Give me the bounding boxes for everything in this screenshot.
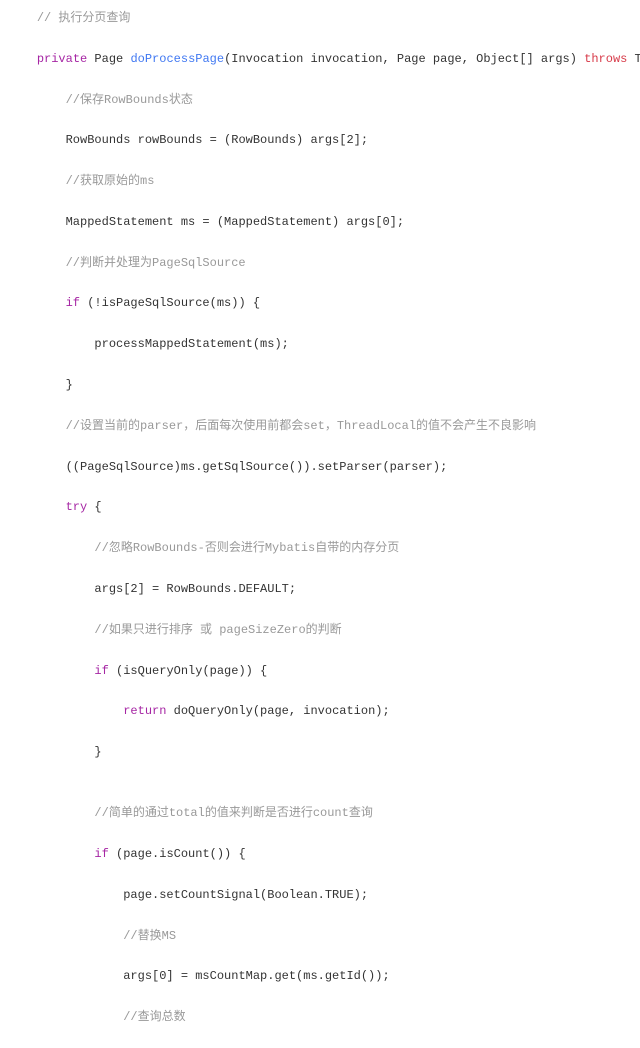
brace: } bbox=[66, 378, 73, 392]
comment: //判断并处理为PageSqlSource bbox=[66, 256, 246, 270]
code-line: ((PageSqlSource)ms.getSqlSource()).setPa… bbox=[66, 460, 448, 474]
code-line: RowBounds rowBounds = (RowBounds) args[2… bbox=[66, 133, 368, 147]
keyword-try: try bbox=[66, 500, 88, 514]
comment: //如果只进行排序 或 pageSizeZero的判断 bbox=[94, 623, 341, 637]
comment: //设置当前的parser，后面每次使用前都会set，ThreadLocal的值… bbox=[66, 419, 536, 433]
code-line: args[0] = msCountMap.get(ms.getId()); bbox=[123, 969, 389, 983]
keyword-if: if bbox=[94, 847, 108, 861]
code-line: processMappedStatement(ms); bbox=[94, 337, 288, 351]
keyword-return: return bbox=[123, 704, 166, 718]
code-block: // 执行分页查询 private Page doProcessPage(Inv… bbox=[8, 8, 632, 1048]
code-line: MappedStatement ms = (MappedStatement) a… bbox=[66, 215, 404, 229]
keyword-private: private bbox=[37, 52, 87, 66]
comment: //保存RowBounds状态 bbox=[66, 93, 193, 107]
keyword-if: if bbox=[66, 296, 80, 310]
comment: //查询总数 bbox=[123, 1010, 185, 1024]
comment: // 执行分页查询 bbox=[37, 11, 131, 25]
keyword-if: if bbox=[94, 664, 108, 678]
comment: //忽略RowBounds-否则会进行Mybatis自带的内存分页 bbox=[94, 541, 399, 555]
brace: } bbox=[94, 745, 101, 759]
comment: //替换MS bbox=[123, 929, 176, 943]
code-line: args[2] = RowBounds.DEFAULT; bbox=[94, 582, 296, 596]
comment: //简单的通过total的值来判断是否进行count查询 bbox=[94, 806, 372, 820]
method-name: doProcessPage bbox=[130, 52, 224, 66]
comment: //获取原始的ms bbox=[66, 174, 155, 188]
code-line: page.setCountSignal(Boolean.TRUE); bbox=[123, 888, 368, 902]
keyword-throws: throws bbox=[584, 52, 627, 66]
